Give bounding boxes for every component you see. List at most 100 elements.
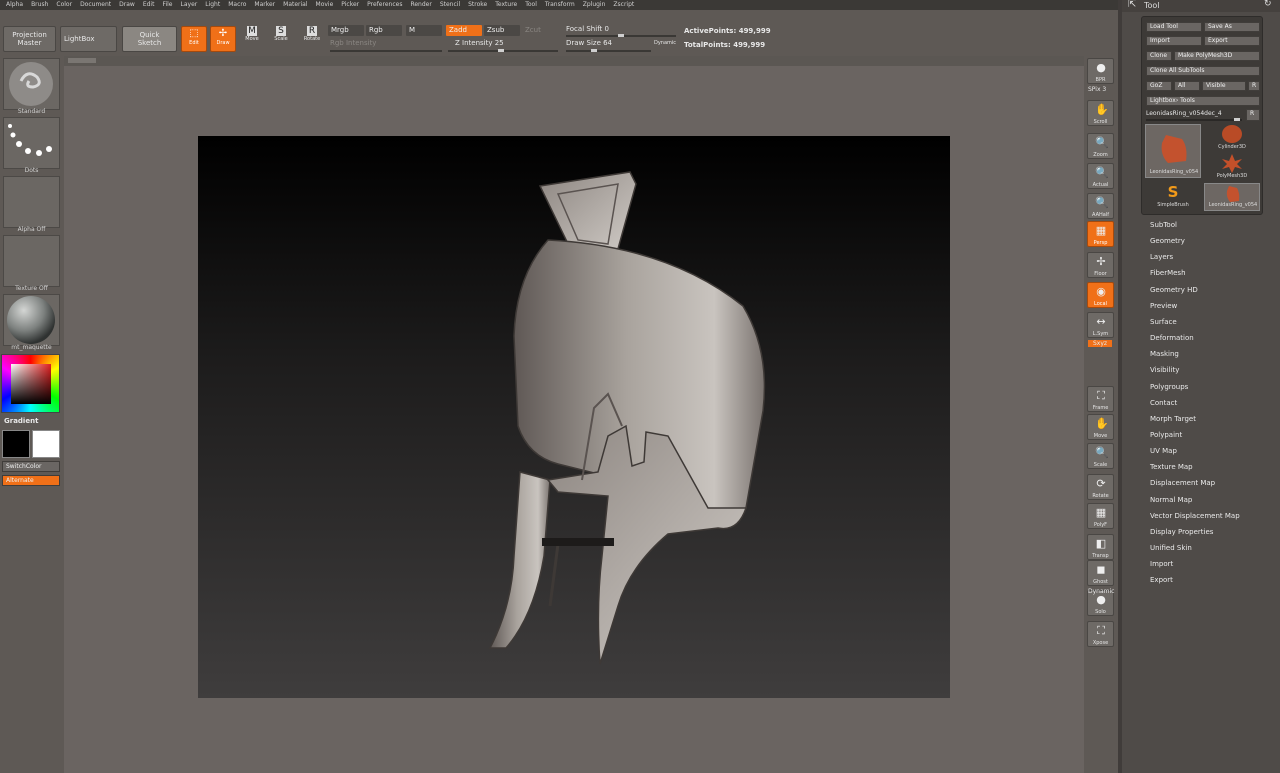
dynamic-button[interactable]: Dynamic: [654, 40, 676, 46]
polyf-button[interactable]: ▦ PolyF: [1087, 503, 1114, 529]
menu-item-light[interactable]: Light: [201, 0, 224, 10]
tool-palette-scrollbar[interactable]: [1118, 0, 1122, 773]
tool-thumb-polymesh[interactable]: PolyMesh3D: [1204, 153, 1260, 181]
material-thumbnail[interactable]: [3, 294, 60, 346]
goz-all-button[interactable]: All: [1174, 81, 1200, 91]
subpalette-displacement-map[interactable]: Displacement Map: [1150, 479, 1215, 487]
move-button[interactable]: ✋ Move: [1087, 414, 1114, 440]
menu-item-stroke[interactable]: Stroke: [464, 0, 491, 10]
tool-thumb-helmet-2[interactable]: LeonidasRing_v054: [1204, 183, 1260, 211]
subpalette-geometry-hd[interactable]: Geometry HD: [1150, 286, 1198, 294]
subpalette-unified-skin[interactable]: Unified Skin: [1150, 544, 1192, 552]
subpalette-preview[interactable]: Preview: [1150, 302, 1177, 310]
menu-item-file[interactable]: File: [158, 0, 176, 10]
local-button[interactable]: ◉ Local: [1087, 282, 1114, 308]
persp-button[interactable]: ▦ Persp: [1087, 221, 1114, 247]
subpalette-morph-target[interactable]: Morph Target: [1150, 415, 1196, 423]
menu-item-macro[interactable]: Macro: [224, 0, 250, 10]
document-grab-handle[interactable]: [68, 58, 96, 63]
menu-item-tool[interactable]: Tool: [521, 0, 541, 10]
goz-visible-button[interactable]: Visible: [1202, 81, 1246, 91]
menu-item-zplugin[interactable]: Zplugin: [579, 0, 610, 10]
zoom-button[interactable]: 🔍 Zoom: [1087, 133, 1114, 159]
subpalette-surface[interactable]: Surface: [1150, 318, 1177, 326]
subpalette-polypaint[interactable]: Polypaint: [1150, 431, 1182, 439]
secondary-color-swatch[interactable]: [32, 430, 60, 458]
rgb-intensity-slider[interactable]: [330, 50, 442, 52]
subpalette-geometry[interactable]: Geometry: [1150, 237, 1185, 245]
tool-r-button[interactable]: R: [1246, 109, 1260, 121]
menu-item-marker[interactable]: Marker: [250, 0, 279, 10]
zcut-button[interactable]: Zcut: [522, 25, 558, 36]
focal-shift-slider[interactable]: [566, 34, 676, 37]
load-tool-button[interactable]: Load Tool: [1146, 22, 1202, 32]
bpr-button[interactable]: ● BPR: [1087, 58, 1114, 84]
menu-item-color[interactable]: Color: [52, 0, 76, 10]
subpalette-display-properties[interactable]: Display Properties: [1150, 528, 1213, 536]
lightbox-button[interactable]: LightBox: [60, 26, 117, 52]
tool-thumb-helmet[interactable]: LeonidasRing_v054: [1145, 124, 1201, 178]
subpalette-masking[interactable]: Masking: [1150, 350, 1179, 358]
switch-color-button[interactable]: SwitchColor: [2, 461, 60, 472]
tool-slider[interactable]: [1146, 118, 1242, 121]
menu-item-transform[interactable]: Transform: [541, 0, 579, 10]
save-as-button[interactable]: Save As: [1204, 22, 1260, 32]
subpalette-polygroups[interactable]: Polygroups: [1150, 383, 1188, 391]
scroll-button[interactable]: ✋ Scroll: [1087, 100, 1114, 126]
menu-item-render[interactable]: Render: [406, 0, 435, 10]
rotate-button[interactable]: ⟳ Rotate: [1087, 474, 1114, 500]
subpalette-uv-map[interactable]: UV Map: [1150, 447, 1177, 455]
menu-item-stencil[interactable]: Stencil: [436, 0, 464, 10]
lsym-button[interactable]: ↔ L.Sym: [1087, 312, 1114, 338]
goz-button[interactable]: GoZ: [1146, 81, 1172, 91]
alpha-thumbnail[interactable]: [3, 176, 60, 228]
subpalette-deformation[interactable]: Deformation: [1150, 334, 1194, 342]
subpalette-subtool[interactable]: SubTool: [1150, 221, 1177, 229]
palette-refresh-icon[interactable]: ↻: [1264, 0, 1272, 9]
menu-item-document[interactable]: Document: [76, 0, 115, 10]
make-polymesh-button[interactable]: Make PolyMesh3D: [1174, 51, 1260, 61]
menu-item-alpha[interactable]: Alpha: [2, 0, 27, 10]
menu-item-picker[interactable]: Picker: [337, 0, 363, 10]
z-intensity-slider[interactable]: [448, 49, 558, 52]
color-picker[interactable]: [1, 354, 60, 413]
menu-item-edit[interactable]: Edit: [139, 0, 159, 10]
subpalette-layers[interactable]: Layers: [1150, 253, 1173, 261]
zsub-button[interactable]: Zsub: [484, 25, 520, 36]
menu-item-movie[interactable]: Movie: [312, 0, 338, 10]
transp-button[interactable]: ◧ Transp: [1087, 534, 1114, 560]
aahalf-button[interactable]: 🔍 AAHalf: [1087, 193, 1114, 219]
ghost-button[interactable]: ◼ Ghost: [1087, 560, 1114, 586]
floor-button[interactable]: ✢ Floor: [1087, 252, 1114, 278]
tool-thumb-simplebrush[interactable]: S SimpleBrush: [1145, 183, 1201, 211]
menu-item-draw[interactable]: Draw: [115, 0, 139, 10]
texture-thumbnail[interactable]: [3, 235, 60, 287]
menu-item-preferences[interactable]: Preferences: [363, 0, 406, 10]
move-mode-button[interactable]: M Move: [241, 26, 263, 52]
edit-mode-button[interactable]: ⬚ Edit: [181, 26, 207, 52]
m-button[interactable]: M: [406, 25, 442, 36]
alternate-button[interactable]: Alternate: [2, 475, 60, 486]
export-tool-button[interactable]: Export: [1204, 36, 1260, 46]
projection-master-button[interactable]: Projection Master: [3, 26, 56, 52]
sxyz-button[interactable]: Sxyz: [1088, 340, 1112, 347]
lightbox-tools-button[interactable]: Lightbox› Tools: [1146, 96, 1260, 106]
subpalette-import[interactable]: Import: [1150, 560, 1173, 568]
rotate-mode-button[interactable]: R Rotate: [300, 26, 324, 52]
actual-button[interactable]: 🔍 Actual: [1087, 163, 1114, 189]
subpalette-export[interactable]: Export: [1150, 576, 1173, 584]
mrgb-button[interactable]: Mrgb: [328, 25, 364, 36]
clone-button[interactable]: Clone: [1146, 51, 1172, 61]
subpalette-fibermesh[interactable]: FiberMesh: [1150, 269, 1186, 277]
subpalette-vector-displacement-map[interactable]: Vector Displacement Map: [1150, 512, 1240, 520]
subpalette-normal-map[interactable]: Normal Map: [1150, 496, 1192, 504]
subpalette-texture-map[interactable]: Texture Map: [1150, 463, 1193, 471]
import-tool-button[interactable]: Import: [1146, 36, 1202, 46]
quick-sketch-button[interactable]: Quick Sketch: [122, 26, 177, 52]
menu-item-material[interactable]: Material: [279, 0, 311, 10]
tool-thumb-cylinder[interactable]: Cylinder3D: [1204, 124, 1260, 152]
goz-r-button[interactable]: R: [1248, 81, 1260, 91]
subpalette-contact[interactable]: Contact: [1150, 399, 1177, 407]
xpose-button[interactable]: ⛶ Xpose: [1087, 621, 1114, 647]
menu-item-zscript[interactable]: Zscript: [609, 0, 638, 10]
